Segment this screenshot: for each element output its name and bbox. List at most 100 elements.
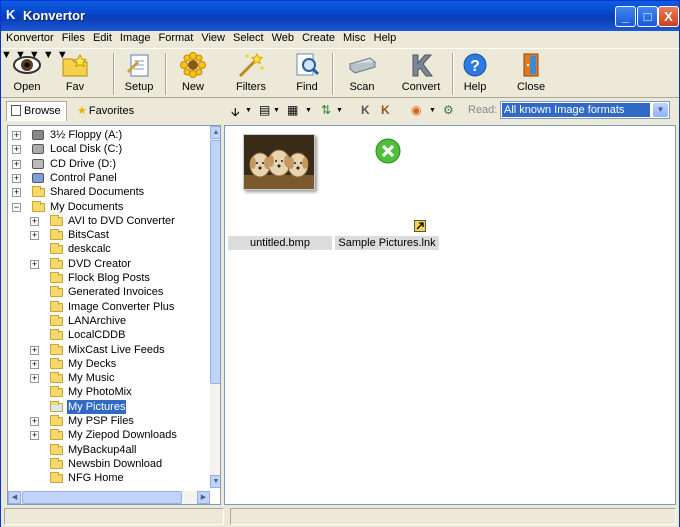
- tree-node[interactable]: deskcalc: [8, 242, 208, 256]
- expand-icon[interactable]: +: [30, 417, 39, 426]
- scroll-down-icon[interactable]: ▼: [210, 475, 220, 488]
- menu-select[interactable]: Select: [228, 31, 267, 44]
- window-title: Konvertor: [23, 8, 86, 23]
- tree-node[interactable]: LocalCDDB: [8, 328, 208, 342]
- navigate-down-icon[interactable]: 🡫: [231, 103, 240, 124]
- convert-button[interactable]: Convert: [399, 50, 443, 96]
- navigate-dropdown-icon[interactable]: ▼: [245, 107, 252, 114]
- expand-icon[interactable]: +: [12, 188, 21, 198]
- minimize-button[interactable]: _: [615, 6, 636, 27]
- refresh-arrows-icon[interactable]: ⇅: [321, 103, 331, 117]
- hard-disk-icon: [30, 143, 46, 155]
- konvertor-logo-icon: K: [6, 7, 16, 22]
- browse-icon: [11, 105, 21, 116]
- close-window-button[interactable]: X: [658, 6, 679, 27]
- title-bar[interactable]: K Konvertor _ □ X: [1, 1, 679, 31]
- refresh-dropdown-icon[interactable]: ▼: [336, 107, 343, 114]
- fav-button[interactable]: Fav: [55, 50, 95, 96]
- sort-dropdown-icon[interactable]: ▼: [273, 107, 280, 114]
- maximize-button[interactable]: □: [637, 6, 658, 27]
- tree-node[interactable]: NFG Home: [8, 471, 208, 485]
- setup-button[interactable]: Setup: [119, 50, 159, 96]
- menu-view[interactable]: View: [196, 31, 228, 44]
- tree-node[interactable]: + My Music: [8, 371, 208, 385]
- menu-web[interactable]: Web: [267, 31, 297, 44]
- status-bar: [1, 507, 679, 527]
- tree-node[interactable]: + AVI to DVD Converter: [8, 214, 208, 228]
- expand-icon[interactable]: +: [30, 431, 39, 441]
- slideshow-icon[interactable]: ◉: [411, 103, 421, 117]
- find-magnifier-icon: [292, 52, 322, 80]
- file-item[interactable]: Sample Pictures.lnk: [335, 132, 439, 252]
- tree-node[interactable]: Flock Blog Posts: [8, 271, 208, 285]
- menu-create[interactable]: Create: [297, 31, 338, 44]
- menu-konvertor[interactable]: Konvertor: [1, 31, 57, 44]
- menu-format[interactable]: Format: [153, 31, 196, 44]
- tree-node[interactable]: + DVD Creator: [8, 257, 208, 271]
- scan-button[interactable]: Scan: [341, 50, 383, 96]
- tree-scroll-thumb[interactable]: [210, 140, 220, 384]
- sort-icon[interactable]: ▤: [259, 103, 270, 117]
- scroll-right-icon[interactable]: ▶: [197, 491, 210, 504]
- filters-button[interactable]: Filters: [231, 50, 271, 96]
- expand-icon[interactable]: +: [30, 231, 39, 241]
- expand-icon[interactable]: +: [30, 345, 39, 355]
- tree-node[interactable]: + CD Drive (D:): [8, 157, 208, 171]
- tree-node[interactable]: Generated Invoices: [8, 285, 208, 299]
- tree-node[interactable]: + BitsCast: [8, 228, 208, 242]
- tree-node[interactable]: − My Documents: [8, 200, 208, 214]
- tree-node[interactable]: + MixCast Live Feeds: [8, 343, 208, 357]
- expand-icon[interactable]: +: [12, 145, 21, 155]
- file-item[interactable]: untitled.bmp: [228, 132, 332, 252]
- menu-misc[interactable]: Misc: [338, 31, 369, 44]
- tree-node[interactable]: MyBackup4all: [8, 443, 208, 457]
- expand-icon[interactable]: +: [12, 173, 21, 183]
- tree-node[interactable]: LANArchive: [8, 314, 208, 328]
- view-mode-dropdown-icon[interactable]: ▼: [305, 107, 312, 114]
- menu-files[interactable]: Files: [57, 31, 88, 44]
- open-button[interactable]: Open: [7, 50, 47, 96]
- tree-node[interactable]: +3½ Floppy (A:): [8, 128, 208, 142]
- expand-icon[interactable]: +: [30, 374, 39, 384]
- menu-help[interactable]: Help: [369, 31, 400, 44]
- tree-node[interactable]: + My PSP Files: [8, 414, 208, 428]
- close-app-button[interactable]: Close: [513, 50, 549, 96]
- view-mode-icon[interactable]: ▦: [287, 103, 298, 117]
- convert-k-icon[interactable]: K: [361, 103, 370, 117]
- tree-node[interactable]: Image Converter Plus: [8, 300, 208, 314]
- tree-node[interactable]: + Control Panel: [8, 171, 208, 185]
- tab-favorites[interactable]: ★ Favorites: [73, 101, 143, 121]
- find-button[interactable]: Find: [289, 50, 325, 96]
- tab-browse[interactable]: Browse: [6, 101, 67, 121]
- tree-node[interactable]: + My Decks: [8, 357, 208, 371]
- tree-node[interactable]: My PhotoMix: [8, 385, 208, 399]
- expand-icon[interactable]: +: [30, 259, 39, 269]
- menu-edit[interactable]: Edit: [88, 31, 115, 44]
- tree-node[interactable]: My Pictures: [8, 399, 208, 414]
- tree-node[interactable]: + My Ziepod Downloads: [8, 428, 208, 442]
- toolbar-divider: [113, 53, 115, 95]
- help-button[interactable]: ? Help: [457, 50, 493, 96]
- read-format-select[interactable]: All known Image formats ▼: [500, 101, 670, 119]
- expand-icon[interactable]: +: [12, 159, 21, 169]
- scroll-left-icon[interactable]: ◀: [8, 491, 21, 504]
- tree-hscroll-thumb[interactable]: [22, 491, 182, 504]
- tree-vertical-scrollbar[interactable]: ▲ ▼: [210, 126, 220, 488]
- collapse-icon[interactable]: −: [12, 202, 21, 212]
- convert-batch-k-icon[interactable]: K: [381, 103, 390, 117]
- chevron-down-icon[interactable]: ▼: [653, 103, 668, 117]
- tree-node[interactable]: Newsbin Download: [8, 457, 208, 471]
- menu-image[interactable]: Image: [115, 31, 154, 44]
- slideshow-dropdown-icon[interactable]: ▼: [429, 107, 436, 114]
- expand-icon[interactable]: +: [30, 359, 39, 369]
- scroll-up-icon[interactable]: ▲: [210, 126, 220, 139]
- tree-node[interactable]: + Local Disk (C:): [8, 142, 208, 156]
- tree-node[interactable]: + Shared Documents: [8, 185, 208, 199]
- scanner-icon: [347, 52, 377, 80]
- tree-node-label: Flock Blog Posts: [68, 272, 150, 284]
- expand-icon[interactable]: +: [30, 216, 39, 226]
- settings-gear-icon[interactable]: ⚙: [443, 103, 454, 117]
- expand-icon[interactable]: +: [12, 131, 21, 140]
- new-button[interactable]: New: [171, 50, 215, 96]
- tree-horizontal-scrollbar[interactable]: ◀ ▶: [8, 491, 210, 504]
